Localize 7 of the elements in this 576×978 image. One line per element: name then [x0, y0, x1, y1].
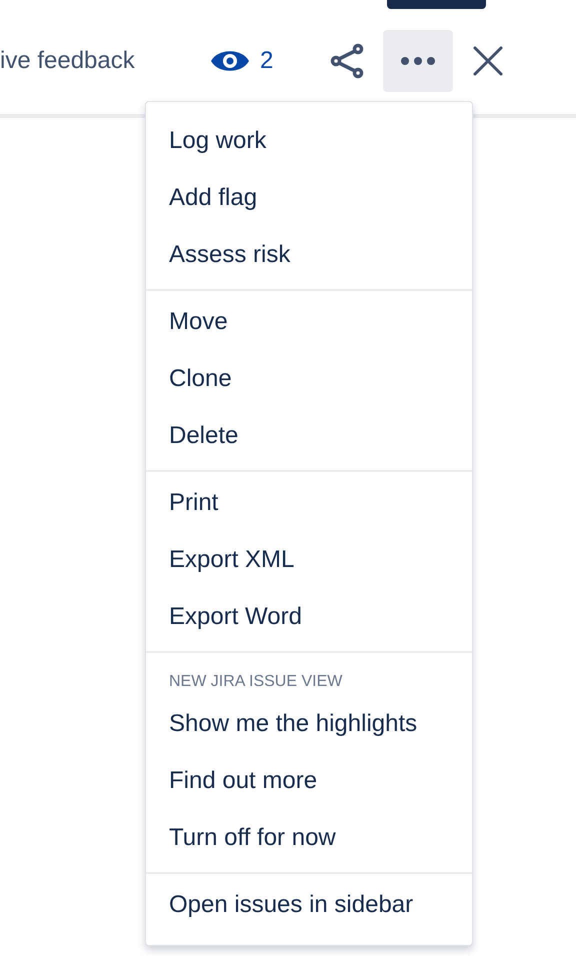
section-heading: NEW JIRA ISSUE VIEW [168, 672, 344, 692]
close-icon [473, 46, 504, 76]
menu-item[interactable]: Open issues in sidebar [146, 874, 472, 935]
more-icon [400, 56, 436, 66]
watch-button[interactable]: 2 [210, 45, 274, 77]
more-button[interactable] [383, 30, 454, 92]
feedback-link[interactable]: ive feedback [0, 47, 190, 75]
